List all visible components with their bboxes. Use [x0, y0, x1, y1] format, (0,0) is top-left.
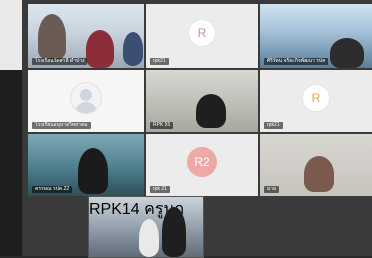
participant-name: rpk 21 — [150, 186, 170, 193]
participant-video — [330, 38, 364, 68]
participant-video — [196, 94, 226, 128]
left-window-strip — [0, 0, 22, 256]
participant-video — [38, 14, 66, 60]
participant-video — [304, 156, 334, 192]
participant-video — [162, 207, 186, 257]
avatar-head — [80, 88, 92, 101]
participant-tile[interactable]: R2 rpk 21 — [146, 134, 258, 196]
avatar: R — [188, 18, 216, 47]
participant-name: ศิริรัตน จริยะกิจพัฒนา รปค — [264, 58, 329, 65]
avatar-body — [75, 101, 97, 113]
avatar: R — [302, 83, 330, 112]
participant-name: ครรษณ รปค.22 — [32, 186, 73, 193]
participant-name: โรงเรียนวัดสาลี ดำปาง — [32, 58, 88, 65]
left-window-top — [0, 0, 22, 70]
gallery-grid: โรงเรียนวัดสาลี ดำปาง R rpk21 ศิริรัตน จ… — [22, 0, 372, 258]
participant-video — [78, 148, 108, 194]
participant-name: RPK 55 — [150, 122, 174, 129]
participant-tile[interactable]: ครรษณ รปค.22 — [28, 134, 144, 196]
avatar: R2 — [187, 146, 217, 177]
participant-tile[interactable]: มาย — [260, 134, 372, 196]
participant-tile[interactable]: ศิริรัตน จริยะกิจพัฒนา รปค — [260, 4, 372, 68]
participant-tile[interactable]: R rpk21 — [260, 70, 372, 132]
participant-tile[interactable]: โรงเรียนวัดสาลี ดำปาง — [28, 4, 144, 68]
participant-name: โรงเรียนอนุบาลวิทยาคม — [32, 122, 91, 129]
participant-tile[interactable]: โรงเรียนอนุบาลวิทยาคม — [28, 70, 144, 132]
participant-video — [123, 32, 143, 66]
participant-tile[interactable]: RPK 55 — [146, 70, 258, 132]
participant-name: rpk21 — [264, 122, 283, 129]
participant-video — [86, 30, 114, 68]
participant-name: มาย — [264, 186, 280, 193]
participant-video — [139, 219, 159, 257]
participant-tile[interactable]: R rpk21 — [146, 4, 258, 68]
participant-name: rpk21 — [150, 58, 169, 65]
avatar — [70, 81, 102, 114]
self-view-tile[interactable]: RPK14 ครูนก — [88, 196, 204, 258]
